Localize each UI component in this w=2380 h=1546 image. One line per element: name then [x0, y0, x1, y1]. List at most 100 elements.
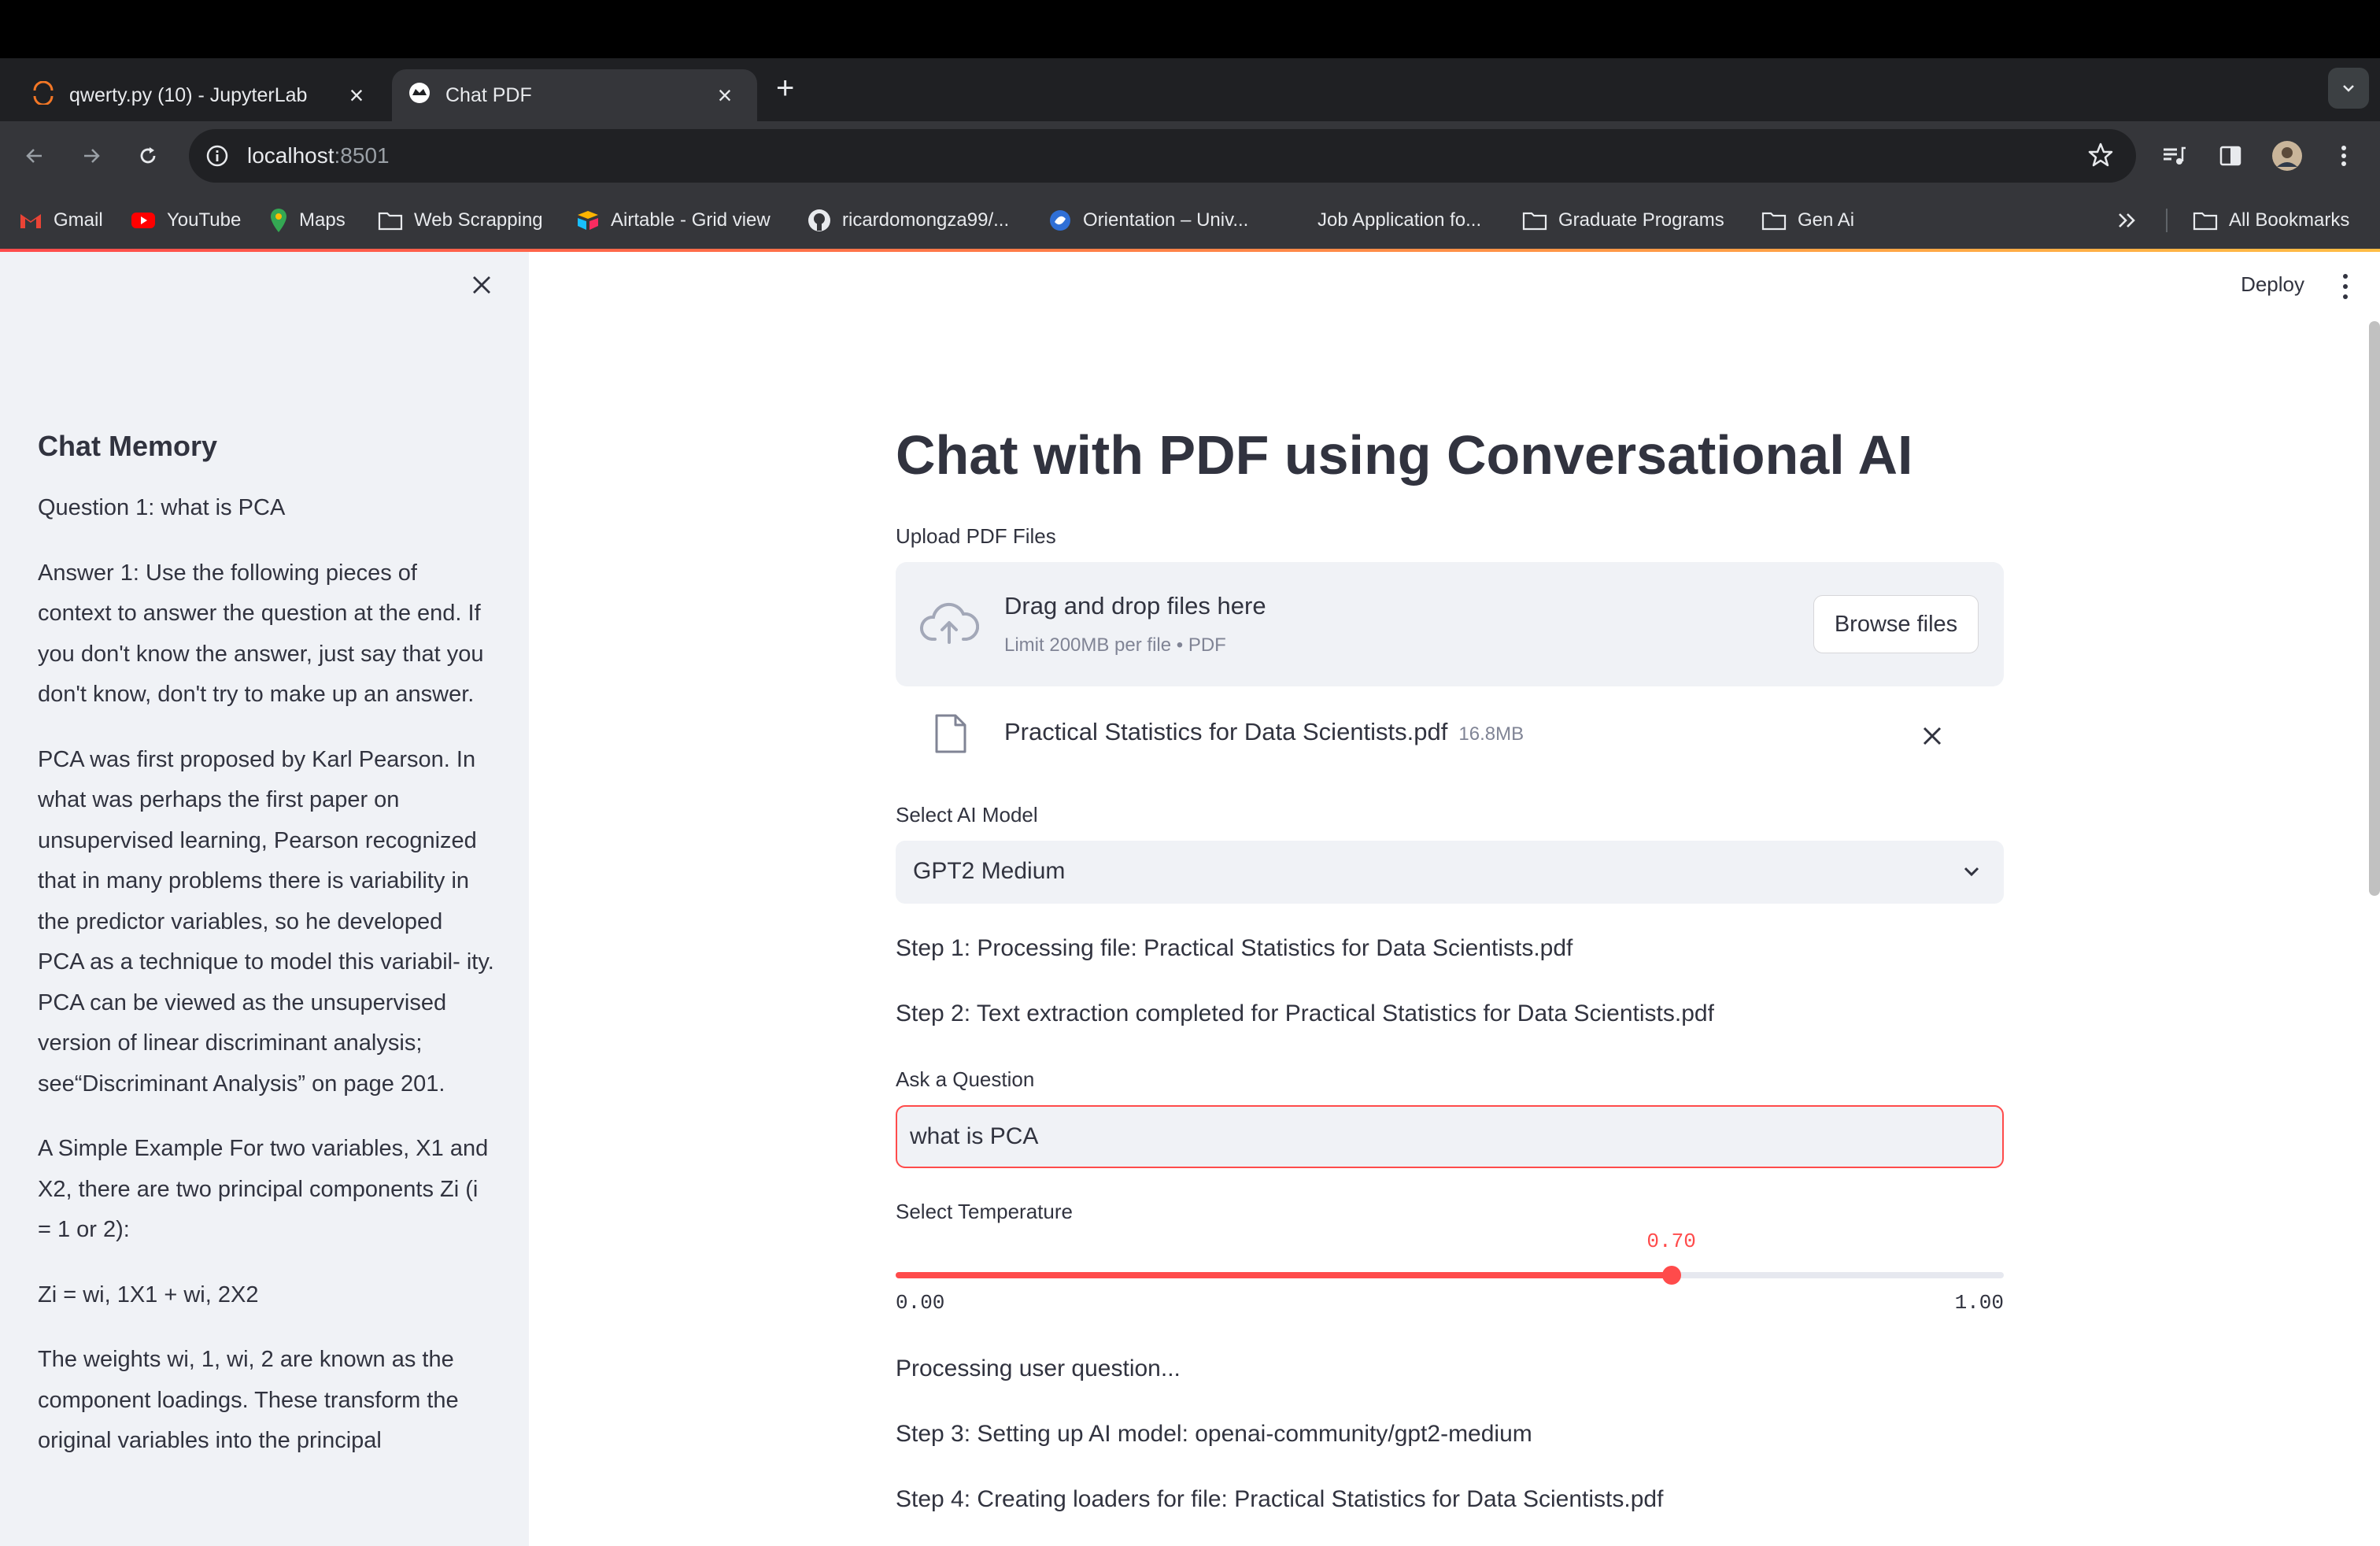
reload-icon[interactable]: [131, 139, 165, 173]
youtube-icon: [131, 211, 156, 230]
bookmark-label: Graduate Programs: [1558, 209, 1724, 231]
status-step-2: Step 2: Text extraction completed for Pr…: [896, 1000, 1714, 1026]
temperature-slider[interactable]: 0.70: [896, 1230, 2004, 1302]
dropzone-limits: Limit 200MB per file • PDF: [1004, 634, 1226, 656]
new-tab-icon[interactable]: +: [776, 72, 794, 104]
status-step-3: Step 3: Setting up AI model: openai-comm…: [896, 1421, 1532, 1447]
forward-icon[interactable]: [74, 139, 109, 173]
orientation-icon: [1048, 209, 1072, 232]
status-step-1: Step 1: Processing file: Practical Stati…: [896, 935, 1573, 961]
bookmark-orientation[interactable]: Orientation – Univ...: [1048, 206, 1248, 235]
deploy-button[interactable]: Deploy: [2241, 272, 2304, 297]
file-name: Practical Statistics for Data Scientists…: [1004, 718, 1448, 745]
airtable-icon: [576, 209, 600, 231]
bookmark-label: Orientation – Univ...: [1083, 209, 1249, 231]
bookmarks-divider: [2166, 209, 2168, 232]
side-panel-icon[interactable]: [2213, 139, 2248, 173]
bookmark-gmail[interactable]: Gmail: [19, 206, 103, 235]
bookmark-maps[interactable]: Maps: [269, 206, 346, 235]
bookmark-github[interactable]: ricardomongza99/...: [808, 206, 1009, 235]
bookmark-web-scrapping[interactable]: Web Scrapping: [378, 206, 543, 235]
bookmark-airtable[interactable]: Airtable - Grid view: [576, 206, 771, 235]
sidebar: Chat Memory Question 1: what is PCA Answ…: [0, 252, 529, 1546]
close-tab-icon[interactable]: ×: [713, 81, 737, 109]
bookmark-label: ricardomongza99/...: [842, 209, 1010, 231]
more-bookmarks-icon[interactable]: [2117, 206, 2138, 235]
navigation-bar: localhost:8501: [0, 121, 2380, 190]
jupyter-icon: [31, 80, 55, 110]
profile-avatar[interactable]: [2270, 139, 2304, 173]
folder-icon: [378, 210, 403, 231]
chevron-down-icon: [2343, 85, 2354, 92]
chevron-down-icon: [1961, 861, 1982, 886]
bookmark-label: Web Scrapping: [414, 209, 543, 231]
site-info-icon[interactable]: [205, 143, 230, 172]
slider-fill: [896, 1272, 1672, 1278]
memory-answer-paragraph: PCA was first proposed by Karl Pearson. …: [38, 746, 494, 1097]
close-tab-icon[interactable]: ×: [345, 81, 368, 109]
github-icon: [808, 209, 831, 232]
bookmark-label: Job Application fo...: [1318, 209, 1482, 231]
bookmark-label: Gmail: [54, 209, 103, 231]
bookmark-label: Maps: [299, 209, 346, 231]
slider-max-label: 1.00: [1954, 1291, 2004, 1315]
bookmark-label: Gen Ai: [1798, 209, 1855, 231]
bookmark-label: Airtable - Grid view: [611, 209, 771, 231]
folder-icon: [1522, 210, 1547, 231]
url-host: localhost: [247, 143, 334, 168]
bookmark-label: All Bookmarks: [2229, 209, 2350, 231]
all-bookmarks[interactable]: All Bookmarks: [2193, 206, 2349, 235]
scrollbar[interactable]: [2369, 321, 2380, 896]
temperature-label: Select Temperature: [896, 1200, 1073, 1223]
bookmark-label: YouTube: [167, 209, 242, 231]
status-step-4: Step 4: Creating loaders for file: Pract…: [896, 1486, 1664, 1512]
main-content: Deploy Chat with PDF using Conversationa…: [529, 252, 2380, 1546]
file-size: 16.8MB: [1458, 723, 1524, 745]
model-label: Select AI Model: [896, 803, 1038, 827]
url-port: :8501: [334, 143, 390, 168]
uploaded-file: Practical Statistics for Data Scientists…: [1004, 718, 1524, 746]
chat-memory-content: Question 1: what is PCA Answer 1: Use th…: [38, 488, 494, 1486]
back-icon[interactable]: [17, 139, 52, 173]
question-label: Ask a Question: [896, 1067, 1035, 1091]
remove-file-icon[interactable]: [1919, 723, 1946, 749]
memory-answer-paragraph: Zi = wi, 1X1 + wi, 2X2: [38, 1282, 259, 1307]
tab-strip: qwerty.py (10) - JupyterLab × Chat PDF ×: [0, 58, 2380, 121]
maps-icon: [269, 208, 288, 233]
model-select[interactable]: GPT2 Medium: [896, 841, 2004, 904]
bookmark-star-icon[interactable]: [2087, 142, 2114, 172]
slider-value: 0.70: [1646, 1230, 1696, 1253]
folder-icon: [2193, 210, 2218, 231]
tab-jupyterlab[interactable]: qwerty.py (10) - JupyterLab ×: [11, 69, 389, 121]
dropzone-instructions: Drag and drop files here: [1004, 592, 1266, 620]
streamlit-icon: [408, 81, 431, 110]
bookmark-youtube[interactable]: YouTube: [131, 206, 241, 235]
slider-thumb[interactable]: [1661, 1266, 1681, 1285]
bookmark-gen-ai[interactable]: Gen Ai: [1761, 206, 1854, 235]
folder-icon: [1761, 210, 1787, 231]
tab-search-button[interactable]: [2328, 68, 2369, 109]
address-bar[interactable]: localhost:8501: [189, 129, 2136, 183]
tab-title: Chat PDF: [445, 83, 532, 106]
model-selected-value: GPT2 Medium: [913, 858, 1066, 884]
question-input[interactable]: [896, 1105, 2004, 1168]
bookmark-graduate-programs[interactable]: Graduate Programs: [1522, 206, 1724, 235]
tab-chat-pdf[interactable]: Chat PDF ×: [392, 69, 757, 121]
gmail-icon: [19, 211, 42, 230]
file-dropzone[interactable]: Drag and drop files here Limit 200MB per…: [896, 562, 2004, 686]
memory-answer-paragraph: The weights wi, 1, wi, 2 are known as th…: [38, 1347, 459, 1453]
bookmark-job-application[interactable]: Job Application fo...: [1318, 206, 1481, 235]
cloud-upload-icon: [919, 600, 980, 651]
memory-answer-paragraph: A Simple Example For two variables, X1 a…: [38, 1136, 489, 1242]
browse-files-button[interactable]: Browse files: [1813, 595, 1979, 653]
browser-menu-icon[interactable]: [2326, 139, 2361, 173]
main-menu-icon[interactable]: [2338, 271, 2353, 302]
sidebar-heading: Chat Memory: [38, 430, 218, 462]
os-top-bar: [0, 0, 2380, 58]
upload-label: Upload PDF Files: [896, 524, 1056, 548]
media-controls-icon[interactable]: [2156, 139, 2191, 173]
page-title: Chat with PDF using Conversational AI: [896, 424, 1913, 486]
tab-title: qwerty.py (10) - JupyterLab: [69, 83, 308, 106]
close-sidebar-icon[interactable]: [468, 271, 496, 299]
url-text: localhost:8501: [247, 143, 390, 168]
